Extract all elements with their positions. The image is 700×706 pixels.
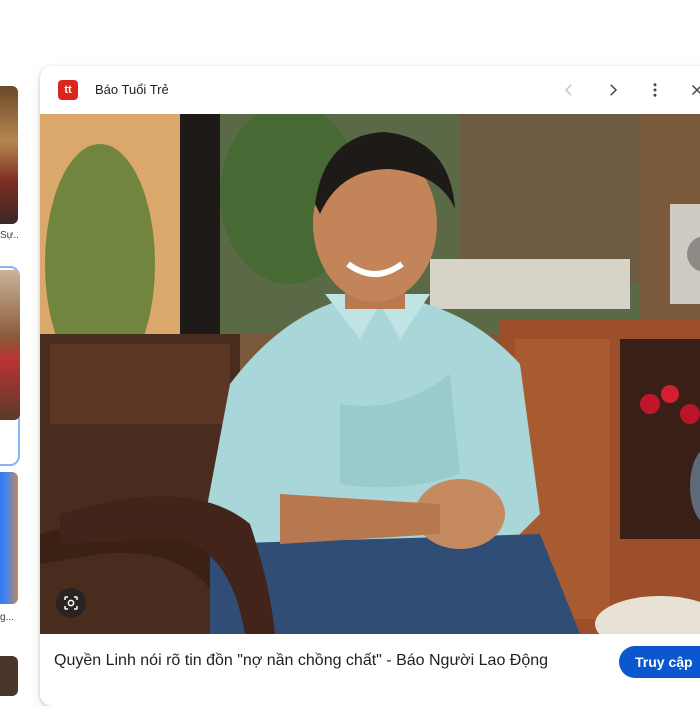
lens-search-button[interactable] [56,588,86,618]
chevron-right-icon [610,84,618,96]
next-button[interactable] [601,78,625,102]
source-name[interactable]: Báo Tuổi Trẻ [95,82,169,97]
thumbnail-1-caption: Sự... [0,230,18,241]
more-vert-icon [653,83,657,97]
source-favicon[interactable]: tt [58,80,78,100]
thumbnail-3-caption: g... [0,612,14,623]
thumbnail-3[interactable] [0,472,18,604]
thumbnail-strip: Sự... g... [0,0,30,696]
visit-button[interactable]: Truy cập [619,646,700,678]
thumbnail-1[interactable] [0,86,18,224]
visit-button-label: Truy cập [635,654,693,670]
image-viewer-panel: tt Báo Tuổi Trẻ Quyền Linh nói rõ tin đồ… [40,66,700,706]
lens-search-icon [64,596,78,610]
more-options-button[interactable] [643,78,667,102]
close-icon [691,84,700,96]
thumbnail-2[interactable] [0,270,20,420]
prev-button[interactable] [557,78,581,102]
close-button[interactable] [685,78,700,102]
thumbnail-4[interactable] [0,656,18,696]
viewer-header: tt Báo Tuổi Trẻ [40,66,700,114]
image-caption[interactable]: Quyền Linh nói rõ tin đồn "nợ nần chồng … [54,652,548,670]
chevron-left-icon [564,84,572,96]
main-image[interactable] [40,114,700,634]
main-image-photo [40,114,700,634]
